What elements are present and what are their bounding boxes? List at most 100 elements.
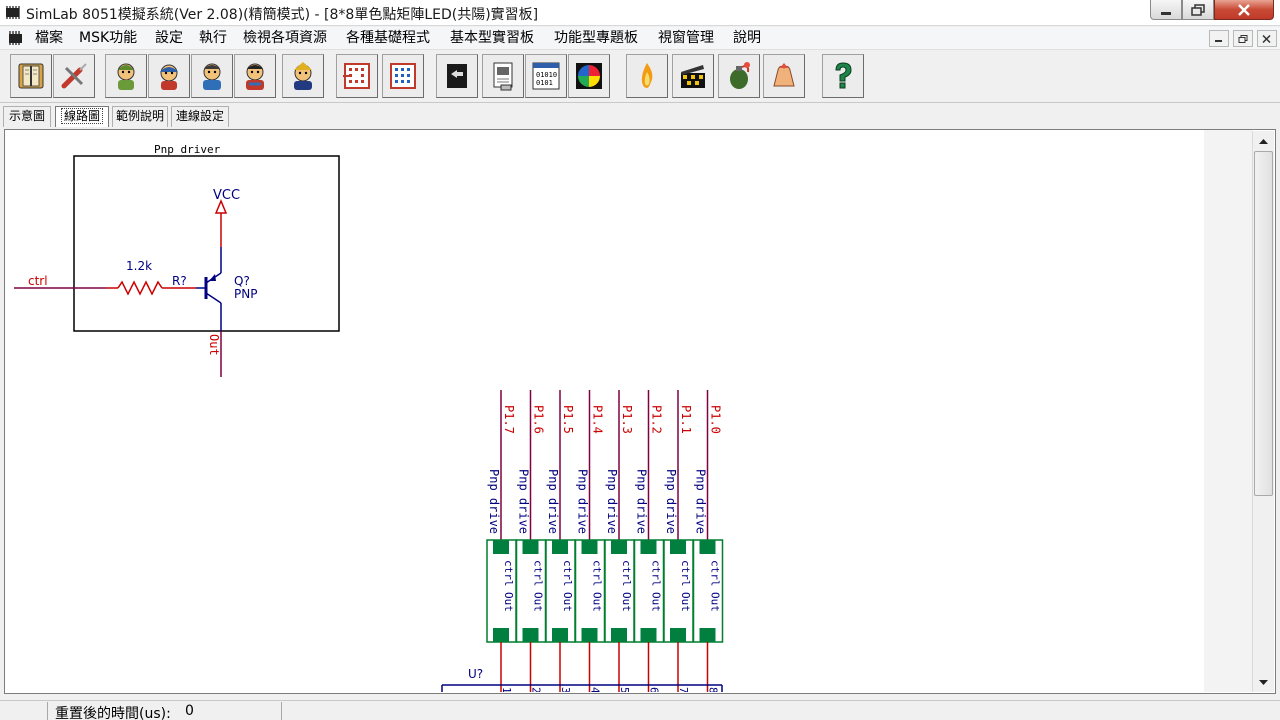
document-window-icon[interactable] bbox=[6, 29, 26, 48]
hands-button[interactable] bbox=[763, 54, 805, 98]
character-3-icon bbox=[203, 63, 221, 90]
menu-view-resources[interactable]: 檢視各項資源 bbox=[243, 29, 327, 48]
driver-name-label: Pnp drive bbox=[694, 469, 708, 534]
status-reset-time-value: 0 bbox=[185, 703, 194, 719]
tab-connection[interactable]: 連線設定 bbox=[171, 106, 229, 127]
chip-pin-number: 5 bbox=[618, 687, 631, 692]
driver-body bbox=[515, 539, 547, 643]
menu-settings[interactable]: 設定 bbox=[155, 29, 183, 48]
driver-name-label: Pnp drive bbox=[487, 469, 501, 534]
driver-pin-out-label: Out bbox=[532, 592, 545, 612]
menu-basic-programs[interactable]: 各種基礎程式 bbox=[346, 29, 430, 48]
svg-text:0101: 0101 bbox=[536, 79, 553, 87]
grenade-button[interactable] bbox=[718, 54, 760, 98]
driver-pin-out-label: Out bbox=[620, 592, 633, 612]
ctrl-label: ctrl bbox=[28, 274, 48, 288]
tab-example[interactable]: 範例說明 bbox=[112, 106, 168, 127]
led-matrix-blue-icon bbox=[390, 63, 416, 89]
flame-button[interactable] bbox=[626, 54, 668, 98]
menu-file[interactable]: 檔案 bbox=[35, 29, 63, 48]
status-pane-blank bbox=[0, 702, 48, 720]
driver-pad-out bbox=[670, 628, 686, 642]
driver-pad-in bbox=[522, 540, 539, 554]
driver-name-label: Pnp drive bbox=[517, 469, 531, 534]
minimize-button[interactable] bbox=[1150, 0, 1182, 20]
character-1-button[interactable] bbox=[105, 54, 147, 98]
menu-bar: 檔案 MSK功能 設定 執行 檢視各項資源 各種基礎程式 基本型實習板 功能型專… bbox=[0, 27, 1280, 50]
chip-pin-number: 8 bbox=[707, 687, 720, 692]
svg-text:01010: 01010 bbox=[536, 71, 557, 79]
scroll-up-arrow-icon[interactable] bbox=[1254, 133, 1273, 150]
scroll-down-arrow-icon[interactable] bbox=[1254, 674, 1273, 691]
led-matrix-blue-button[interactable] bbox=[382, 54, 424, 98]
driver-pin-ctrl-label: ctrl bbox=[591, 560, 604, 587]
menu-help[interactable]: 說明 bbox=[733, 29, 761, 48]
character-2-icon bbox=[160, 64, 178, 90]
driver-name-label: Pnp drive bbox=[664, 469, 678, 534]
driver-box-title: Pnp driver bbox=[154, 143, 221, 156]
driver-pad-out bbox=[493, 628, 509, 642]
bus-port-label: P1.6 bbox=[532, 405, 546, 434]
driver-pin-ctrl-label: ctrl bbox=[709, 560, 722, 587]
close-button[interactable] bbox=[1214, 0, 1274, 20]
chip-pin-number: 1 bbox=[500, 687, 513, 692]
mdi-minimize-button[interactable] bbox=[1209, 30, 1229, 47]
driver-pin-out-label: Out bbox=[561, 592, 574, 612]
driver-array: P1.7 Pnp drive ctrl Out 1 P1.6 Pnp drive ctrl Ou… bbox=[486, 390, 724, 692]
color-wheel-button[interactable] bbox=[568, 54, 610, 98]
tab-overview[interactable]: 示意圖 bbox=[3, 106, 51, 127]
document-button[interactable] bbox=[482, 54, 524, 98]
character-5-button[interactable] bbox=[282, 54, 324, 98]
menu-function-boards[interactable]: 功能型專題板 bbox=[554, 29, 638, 48]
restore-icon bbox=[1191, 3, 1205, 16]
tab-connection-label: 連線設定 bbox=[175, 109, 224, 123]
chip-button[interactable] bbox=[436, 54, 478, 98]
driver-body bbox=[663, 539, 694, 643]
driver-pin-ctrl-label: ctrl bbox=[502, 560, 515, 587]
character-3-button[interactable] bbox=[191, 54, 233, 98]
clapper-icon bbox=[681, 65, 705, 88]
help-button[interactable] bbox=[822, 54, 864, 98]
tab-circuit[interactable]: 線路圖 bbox=[55, 106, 109, 127]
tools-button[interactable] bbox=[53, 54, 95, 98]
driver-pad-in bbox=[611, 540, 627, 554]
menu-basic-boards[interactable]: 基本型實習板 bbox=[450, 29, 534, 48]
book-icon bbox=[18, 63, 44, 89]
chip-pin-number: 7 bbox=[677, 687, 690, 692]
driver-pin-ctrl-label: ctrl bbox=[561, 560, 574, 587]
driver-pin-out-label: Out bbox=[591, 592, 604, 612]
driver-pad-out bbox=[522, 628, 539, 642]
bus-port-label: P1.3 bbox=[620, 405, 634, 434]
schematic-canvas[interactable]: Pnp driver VCC ctrl 1.2k R? Q? PNP Out P… bbox=[6, 131, 1256, 692]
mdi-close-button[interactable] bbox=[1257, 30, 1277, 47]
view-tabs: 示意圖 線路圖 範例說明 連線設定 bbox=[0, 104, 1280, 128]
chip-pin-number: 4 bbox=[589, 687, 602, 692]
transistor-arrow bbox=[209, 274, 216, 281]
toolbar: 01010 0101 bbox=[0, 51, 1280, 103]
open-book-button[interactable] bbox=[10, 54, 52, 98]
menu-run[interactable]: 執行 bbox=[199, 29, 227, 48]
driver-pad-in bbox=[670, 540, 686, 554]
chip-pin-number: 2 bbox=[530, 687, 543, 692]
scrollbar-thumb[interactable] bbox=[1254, 151, 1273, 496]
restore-icon bbox=[1238, 34, 1248, 43]
document-icon bbox=[493, 62, 513, 91]
bus-port-label: P1.2 bbox=[650, 405, 664, 434]
window-title: SimLab 8051模擬系統(Ver 2.08)(精簡模式) - [8*8單色… bbox=[26, 7, 539, 23]
led-matrix-red-button[interactable] bbox=[336, 54, 378, 98]
driver-body bbox=[633, 539, 665, 643]
menu-window[interactable]: 視窗管理 bbox=[658, 29, 714, 48]
driver-pad-out bbox=[552, 628, 568, 642]
driver-pin-out-label: Out bbox=[709, 592, 722, 612]
vertical-scrollbar[interactable] bbox=[1252, 131, 1274, 692]
clapper-button[interactable] bbox=[672, 54, 714, 98]
driver-box bbox=[73, 155, 340, 332]
chip-icon bbox=[447, 64, 467, 88]
binary-button[interactable]: 01010 0101 bbox=[525, 54, 567, 98]
mdi-restore-button[interactable] bbox=[1233, 30, 1253, 47]
character-2-button[interactable] bbox=[148, 54, 190, 98]
menu-msk[interactable]: MSK功能 bbox=[79, 29, 137, 48]
character-4-button[interactable] bbox=[234, 54, 276, 98]
chip-pin-number: 3 bbox=[559, 687, 572, 692]
restore-button[interactable] bbox=[1182, 0, 1214, 20]
